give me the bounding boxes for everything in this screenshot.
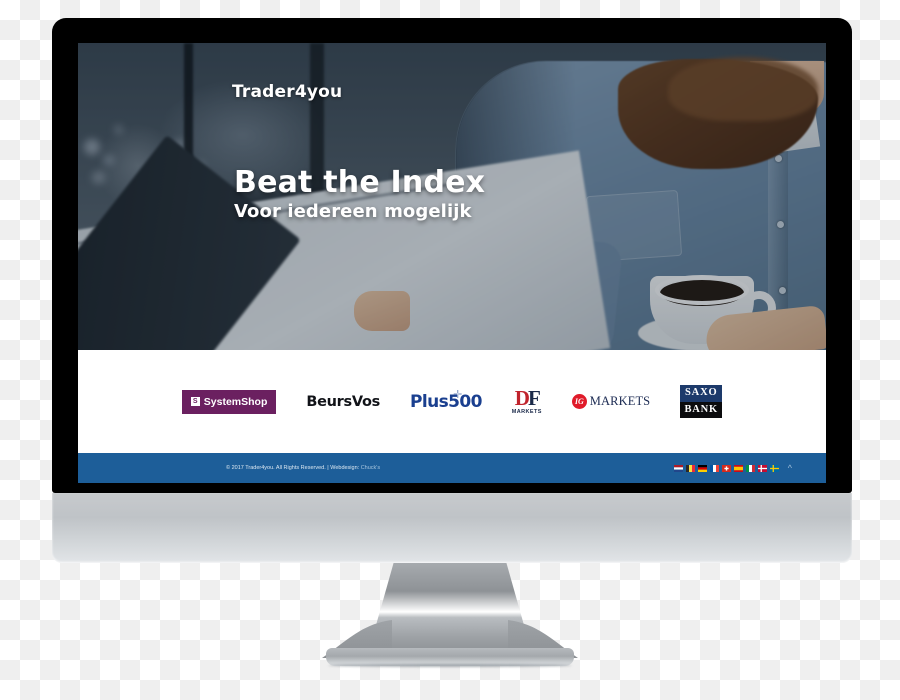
partner-logo-saxobank[interactable]: SAXO BANK: [680, 385, 723, 419]
monitor-chin: [52, 493, 852, 563]
flag-icon-fr[interactable]: [709, 464, 719, 472]
monitor-stand-base-shadow: [328, 664, 572, 667]
saxobank-line1: SAXO: [680, 385, 723, 402]
plus500-label: Plus500: [410, 391, 482, 412]
systemshop-mark-icon: S: [190, 397, 200, 406]
hero-subheadline: Voor iedereen mogelijk: [234, 200, 472, 222]
beursvos-label: BeursVos: [306, 393, 380, 410]
flag-icon-nl[interactable]: [673, 464, 683, 472]
chevron-up-icon[interactable]: ^: [788, 463, 792, 473]
dfmarkets-initial-f: F: [527, 385, 541, 410]
hero-section: Trader4you Beat the Index Voor iedereen …: [78, 43, 826, 350]
flag-icon-ch[interactable]: [721, 464, 731, 472]
flag-icon-it[interactable]: [745, 464, 755, 472]
dfmarkets-label: MARKETS: [511, 408, 542, 415]
partner-logo-beursvos[interactable]: BeursVos: [306, 385, 380, 419]
saxobank-line2: BANK: [680, 401, 723, 418]
flag-icon-es[interactable]: [733, 464, 743, 472]
dfmarkets-initial-d: D: [514, 385, 530, 410]
partner-logo-systemshop[interactable]: S SystemShop: [181, 385, 277, 419]
plus500-cross-icon: ✛: [453, 387, 462, 401]
partner-logo-dfmarkets[interactable]: DF MARKETS: [512, 385, 542, 419]
flag-icon-dk[interactable]: [757, 464, 767, 472]
screen: Trader4you Beat the Index Voor iedereen …: [78, 43, 826, 483]
monitor-mockup: Trader4you Beat the Index Voor iedereen …: [52, 18, 852, 563]
flag-icon-be[interactable]: [685, 464, 695, 472]
site-logo[interactable]: Trader4you: [232, 82, 342, 102]
igmarkets-label: MARKETS: [589, 394, 651, 408]
partner-logo-igmarkets[interactable]: IG MARKETS: [571, 385, 651, 419]
webdesign-credit-link[interactable]: Chuck's: [361, 465, 380, 471]
hero-copy: Beat the Index Voor iedereen mogelijk: [234, 167, 485, 222]
flag-icon-se[interactable]: [769, 464, 779, 472]
igmarkets-badge-icon: IG: [571, 394, 587, 409]
flag-icon-de[interactable]: [697, 464, 707, 472]
language-flag-list: ^: [673, 463, 792, 473]
partner-logo-plus500[interactable]: Plus500 ✛: [410, 385, 482, 419]
copyright-label: © 2017 Trader4you. All Rights Reserved. …: [226, 465, 361, 471]
partner-logo-strip: S SystemShop BeursVos Plus500 ✛ DF MARKE…: [78, 350, 826, 453]
copyright-text: © 2017 Trader4you. All Rights Reserved. …: [226, 465, 380, 471]
systemshop-label: SystemShop: [203, 395, 268, 408]
hero-headline: Beat the Index: [234, 165, 486, 200]
site-footer: © 2017 Trader4you. All Rights Reserved. …: [78, 453, 826, 483]
